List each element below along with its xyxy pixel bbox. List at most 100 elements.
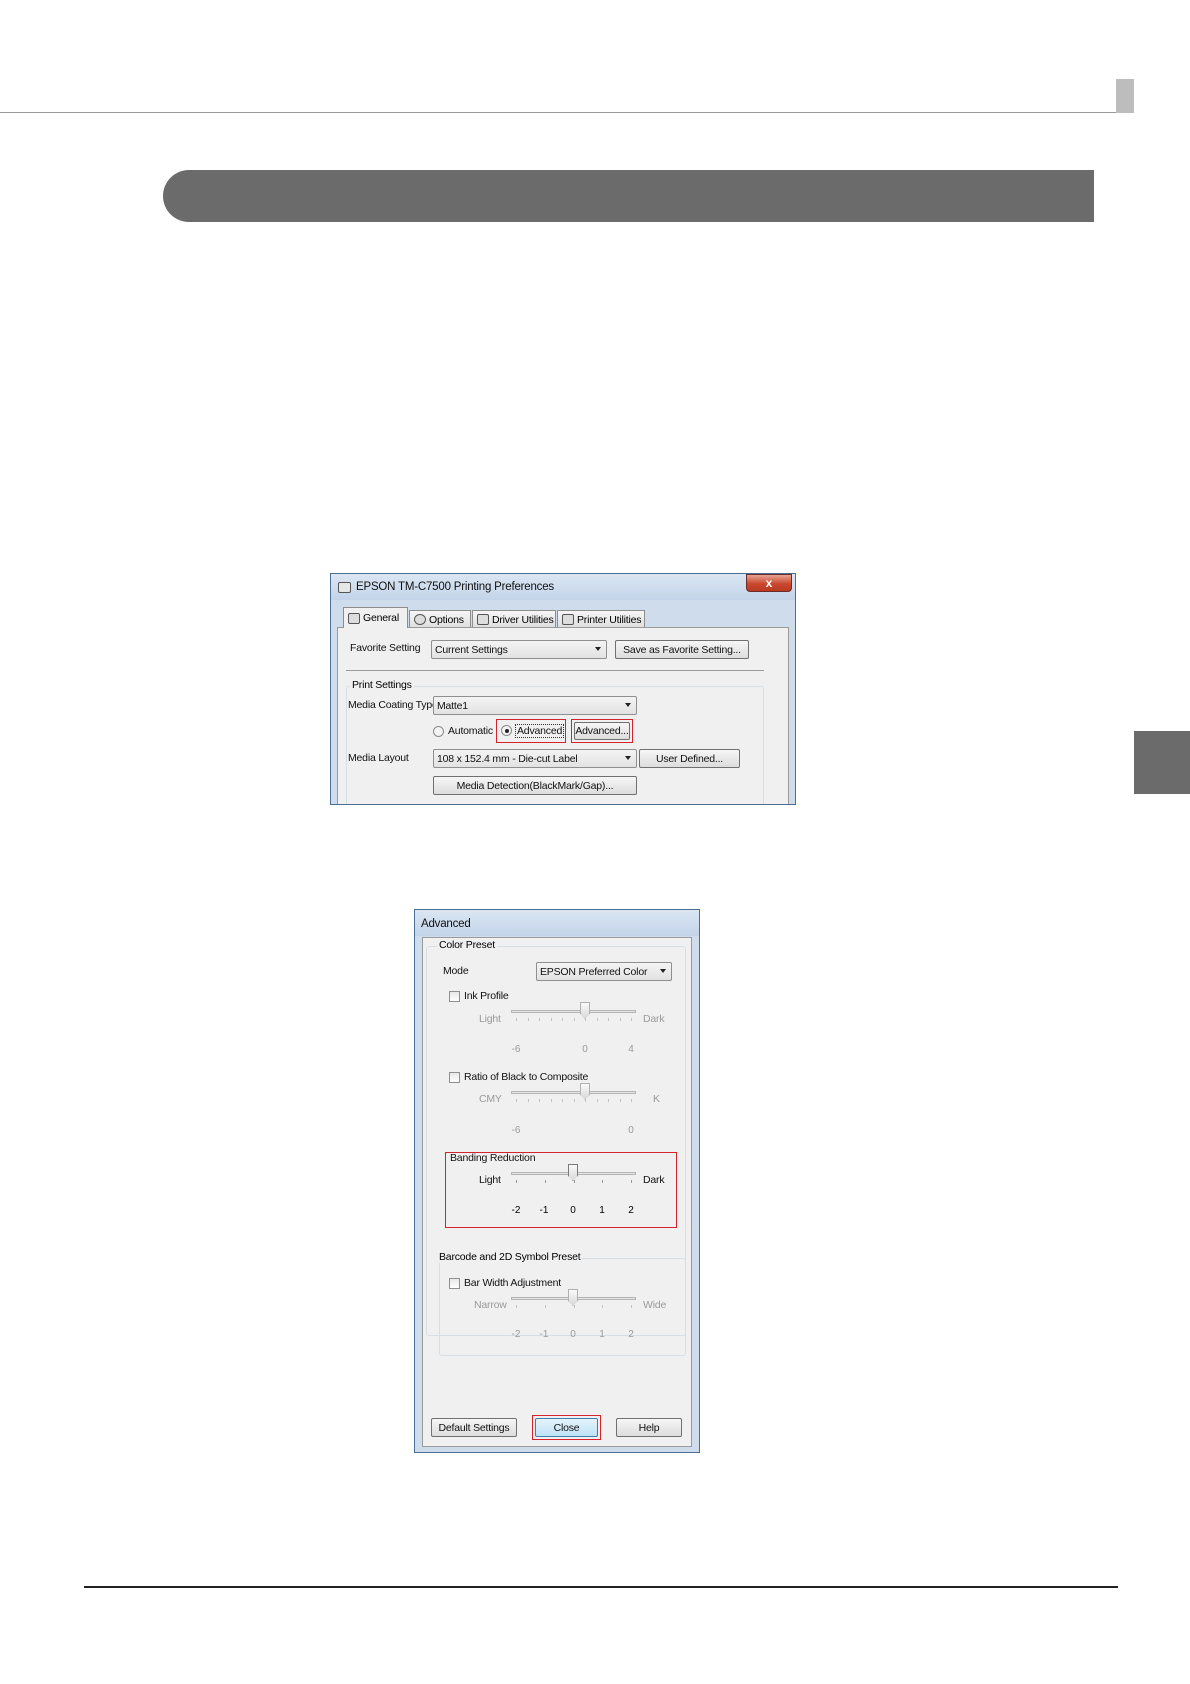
advanced-radio[interactable] — [501, 725, 512, 736]
ink-profile-right-label: Dark — [643, 1013, 665, 1025]
header-rule — [0, 112, 1134, 113]
banding-tick-label: 0 — [570, 1205, 576, 1216]
slider-tick — [608, 1099, 609, 1102]
options-icon — [414, 614, 426, 625]
printer-icon — [338, 582, 351, 593]
slider-tick — [619, 1018, 621, 1021]
color-preset-label: Color Preset — [437, 939, 497, 951]
printer-icon — [348, 612, 360, 624]
ink-profile-slider-track — [511, 1010, 636, 1013]
bar-width-tick-label: 1 — [599, 1329, 605, 1340]
slider-tick — [585, 1018, 586, 1021]
slider-tick — [596, 1099, 598, 1102]
ink-profile-tick-label: 4 — [628, 1044, 634, 1055]
tab-general[interactable]: General — [343, 607, 408, 628]
user-defined-button[interactable]: User Defined... — [639, 749, 740, 768]
media-coating-type-select[interactable]: Matte1 — [433, 696, 637, 715]
mode-select[interactable]: EPSON Preferred Color — [536, 962, 672, 981]
bar-width-tick-label: 2 — [628, 1329, 634, 1340]
slider-tick — [516, 1099, 517, 1102]
tab-label: General — [363, 612, 399, 624]
chevron-down-icon — [625, 703, 631, 707]
barcode-preset-label: Barcode and 2D Symbol Preset — [437, 1251, 583, 1263]
ink-profile-left-label: Light — [479, 1013, 501, 1025]
slider-tick — [573, 1180, 575, 1183]
automatic-radio[interactable] — [433, 726, 444, 737]
ratio-black-right-label: K — [653, 1093, 660, 1105]
mode-label: Mode — [443, 965, 469, 977]
advanced-panel: Color Preset Mode EPSON Preferred Color … — [422, 937, 692, 1447]
ratio-black-label: Ratio of Black to Composite — [464, 1071, 589, 1083]
slider-tick — [544, 1305, 546, 1308]
automatic-label: Automatic — [448, 725, 493, 737]
slider-tick — [631, 1018, 632, 1021]
slider-tick — [573, 1099, 575, 1102]
slider-tick — [527, 1099, 529, 1102]
slider-tick — [539, 1099, 540, 1102]
save-favorite-button[interactable]: Save as Favorite Setting... — [615, 640, 749, 659]
slider-tick — [573, 1018, 575, 1021]
ink-profile-tick-label: -6 — [511, 1044, 521, 1055]
media-coating-type-label: Media Coating Type — [348, 699, 438, 711]
help-button[interactable]: Help — [616, 1418, 682, 1437]
tab-label: Options — [429, 613, 464, 626]
slider-tick — [562, 1099, 563, 1102]
media-detection-button[interactable]: Media Detection(BlackMark/Gap)... — [433, 776, 637, 795]
ratio-black-checkbox[interactable] — [449, 1072, 460, 1083]
close-window-button[interactable]: x — [746, 574, 792, 592]
bar-width-right-label: Wide — [643, 1299, 667, 1311]
slider-tick — [550, 1018, 552, 1021]
banding-reduction-label: Banding Reduction — [450, 1152, 536, 1164]
slider-tick — [631, 1305, 632, 1308]
chevron-down-icon — [595, 647, 601, 651]
media-layout-label: Media Layout — [348, 752, 409, 764]
header-tab-marker — [1116, 79, 1134, 113]
chapter-side-tab — [1134, 731, 1190, 794]
slider-tick — [544, 1180, 546, 1183]
slider-tick — [602, 1180, 604, 1183]
slider-tick — [573, 1305, 575, 1308]
advanced-button[interactable]: Advanced... — [574, 722, 630, 740]
bar-width-checkbox[interactable] — [449, 1278, 460, 1289]
slider-tick — [631, 1180, 632, 1183]
slider-tick — [619, 1099, 621, 1102]
favorite-setting-value: Current Settings — [435, 643, 508, 656]
print-settings-label: Print Settings — [350, 679, 414, 691]
favorite-setting-select[interactable]: Current Settings — [431, 640, 607, 659]
title-bar: Advanced — [415, 910, 699, 936]
slider-tick — [608, 1018, 609, 1021]
advanced-dialog: Advanced Color Preset Mode EPSON Preferr… — [414, 909, 700, 1453]
ink-profile-checkbox[interactable] — [449, 991, 460, 1002]
slider-tick — [516, 1180, 517, 1183]
bar-width-left-label: Narrow — [474, 1299, 507, 1311]
ratio-black-tick-label: -6 — [511, 1125, 521, 1136]
ink-profile-tick-label: 0 — [582, 1044, 588, 1055]
slider-tick — [602, 1305, 604, 1308]
banding-tick-label: -2 — [511, 1205, 521, 1216]
printing-preferences-dialog: EPSON TM-C7500 Printing Preferences x Ge… — [330, 573, 796, 805]
tab-options[interactable]: Options — [409, 610, 471, 628]
ink-profile-label: Ink Profile — [464, 990, 509, 1002]
section-heading-bar — [163, 170, 1094, 222]
banding-tick-label: -1 — [539, 1205, 549, 1216]
slider-tick — [596, 1018, 598, 1021]
ratio-black-slider-track — [511, 1091, 636, 1094]
default-settings-button[interactable]: Default Settings — [431, 1418, 517, 1437]
slider-tick — [516, 1018, 517, 1021]
printer-icon — [477, 614, 489, 625]
close-button[interactable]: Close — [535, 1418, 598, 1437]
footer-rule — [84, 1586, 1118, 1588]
slider-tick — [550, 1099, 552, 1102]
title-bar: EPSON TM-C7500 Printing Preferences — [331, 574, 795, 600]
ratio-black-left-label: CMY — [479, 1093, 502, 1105]
favorite-setting-label: Favorite Setting — [350, 642, 421, 654]
printer-icon — [562, 614, 574, 625]
tab-driver-utilities[interactable]: Driver Utilities — [472, 610, 556, 628]
advanced-radio-label: Advanced — [515, 724, 565, 738]
bar-width-label: Bar Width Adjustment — [464, 1277, 561, 1289]
banding-tick-label: 1 — [599, 1205, 605, 1216]
media-layout-value: 108 x 152.4 mm - Die-cut Label — [437, 752, 578, 765]
tab-printer-utilities[interactable]: Printer Utilities — [557, 610, 645, 628]
media-layout-select[interactable]: 108 x 152.4 mm - Die-cut Label — [433, 749, 637, 768]
window-title: Advanced — [421, 918, 471, 930]
